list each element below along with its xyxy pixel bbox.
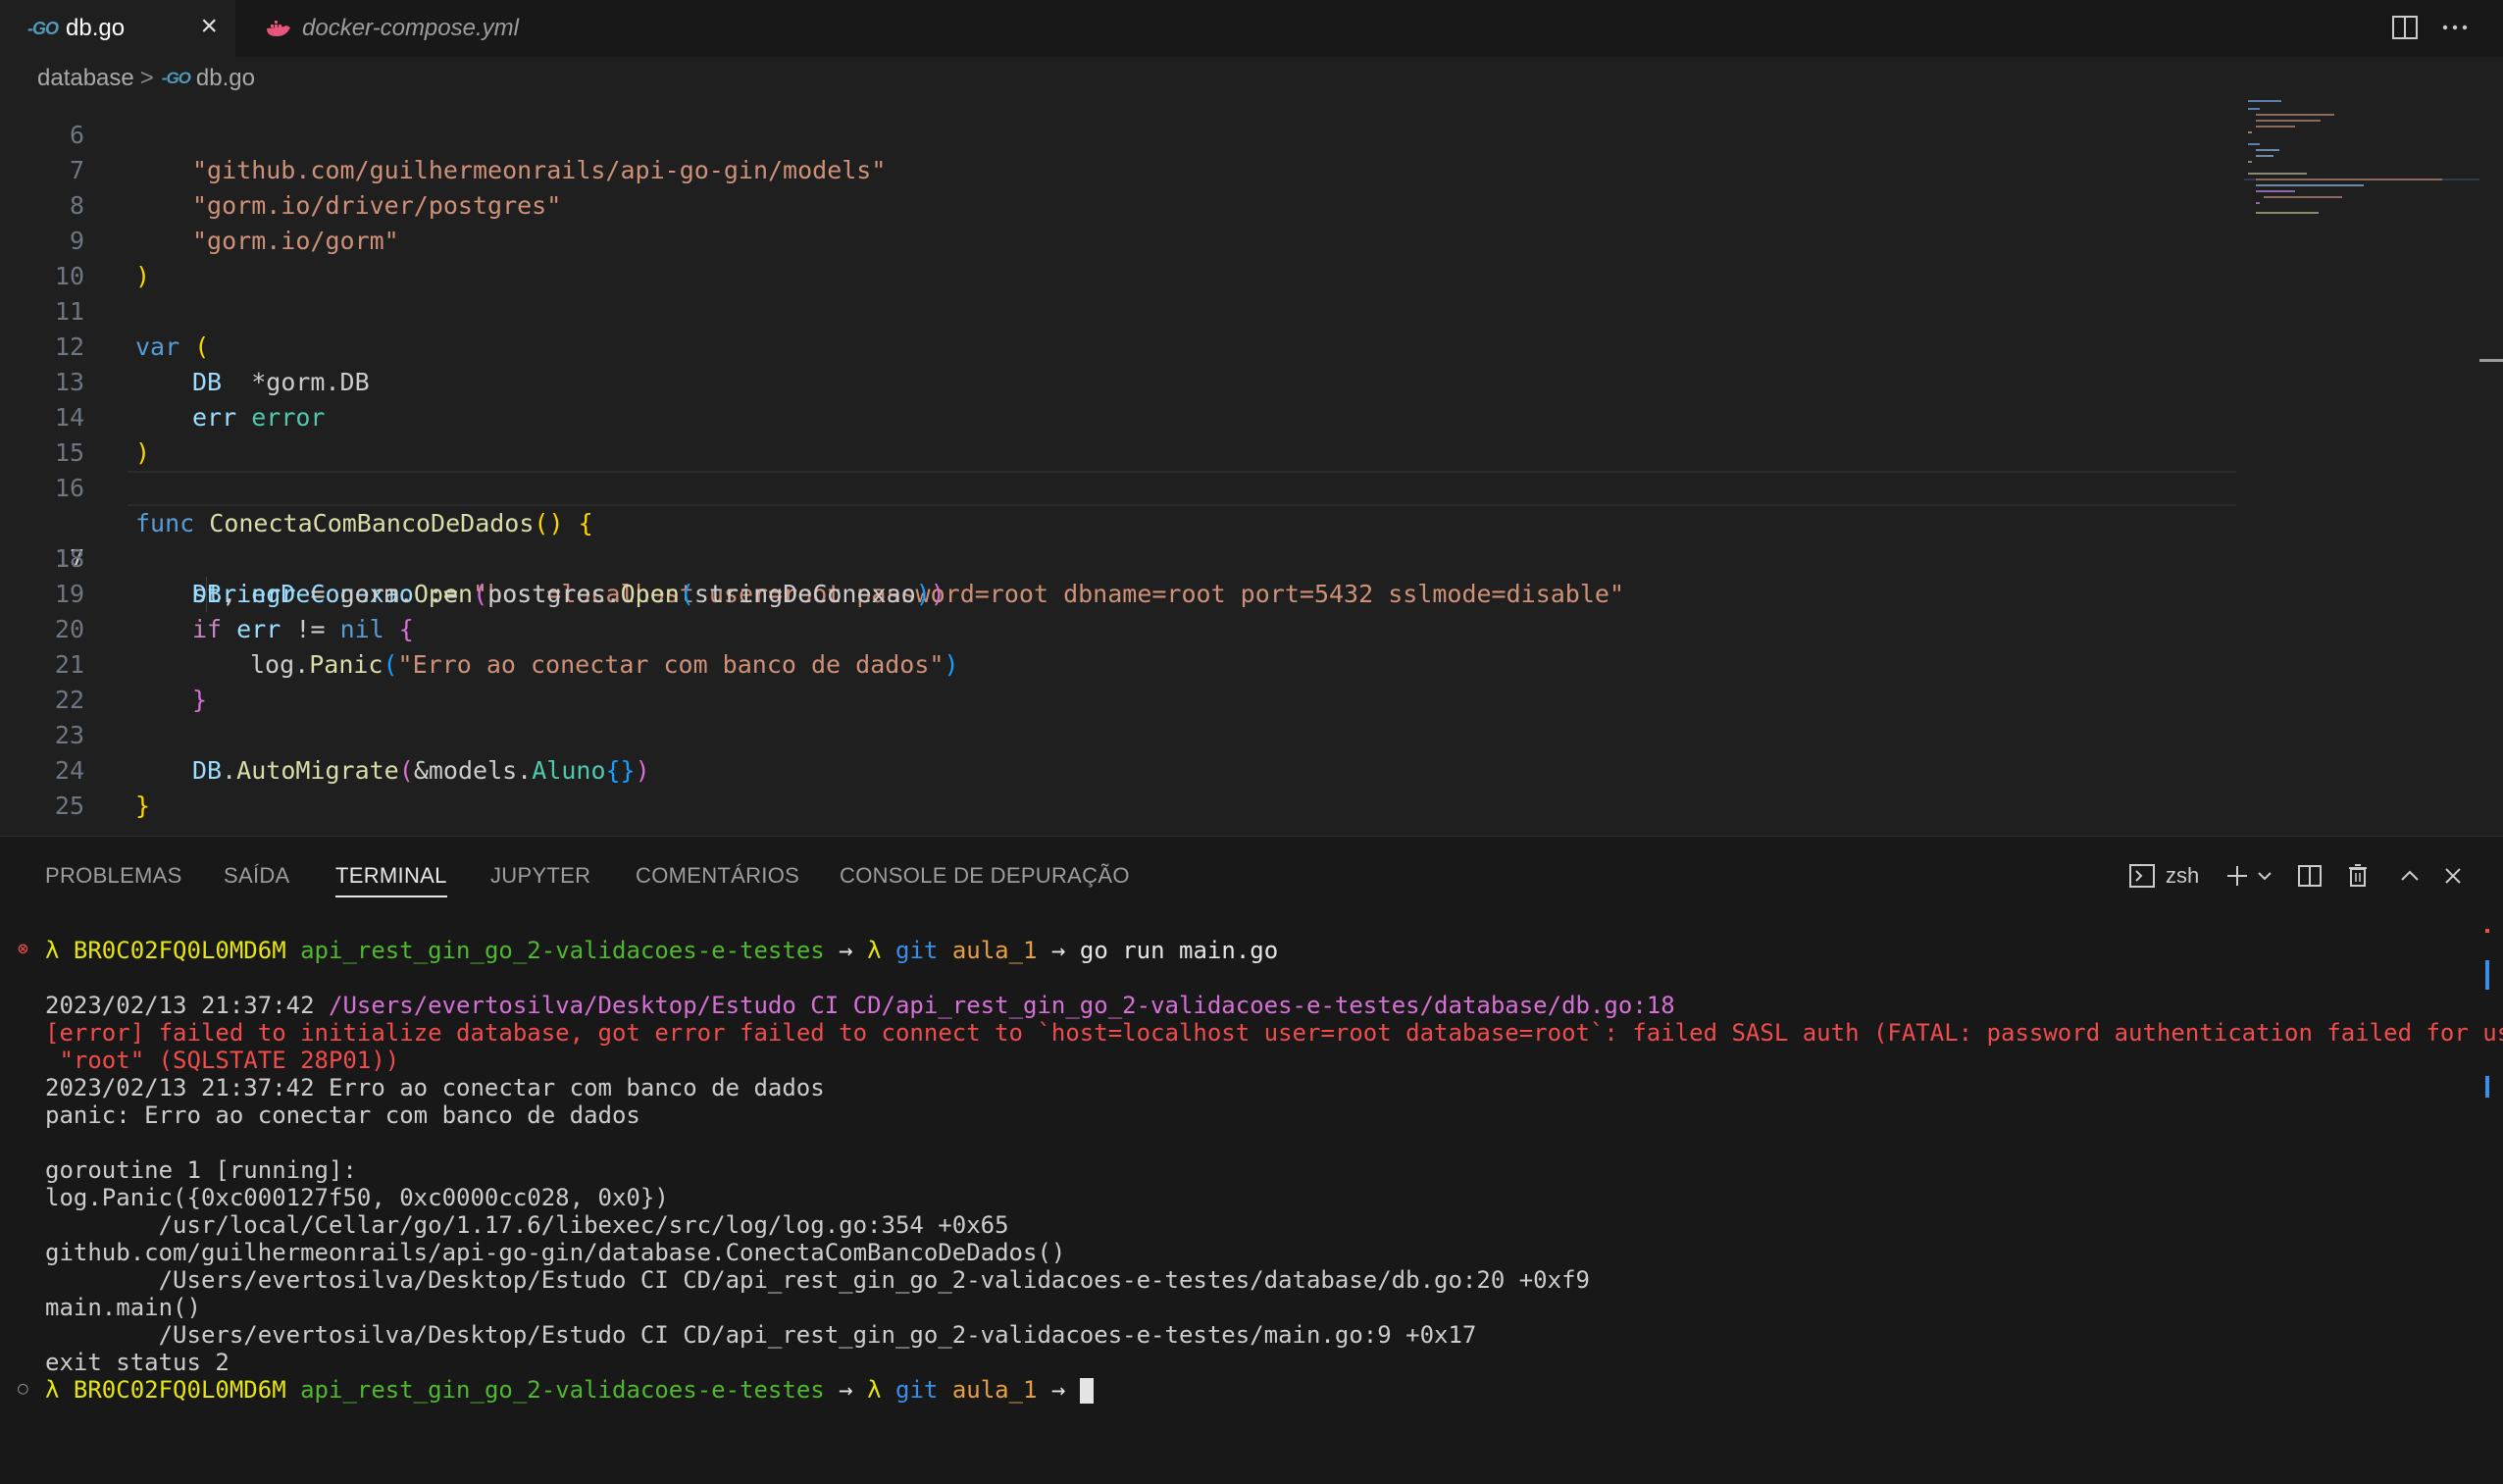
code-line-24: 24 } (54, 756, 151, 820)
code-line-25: 25 (54, 792, 84, 820)
code-line-8: 8 "gorm.io/gorm" (69, 191, 399, 255)
code-line-16: 16 func ConectaComBancoDeDados() { (54, 474, 593, 537)
terminal-error-line: [error] failed to initialize database, g… (45, 1019, 2503, 1047)
terminal-output-line: /Users/evertosilva/Desktop/Estudo CI CD/… (45, 1266, 1590, 1294)
bottom-panel: PROBLEMAS SAÍDA TERMINAL JUPYTER COMENTÁ… (0, 836, 2503, 1484)
terminal-output-line: /Users/evertosilva/Desktop/Estudo CI CD/… (45, 1321, 1477, 1349)
split-terminal-icon[interactable] (2297, 863, 2323, 889)
terminal-cursor (1079, 1378, 1094, 1404)
panel-actions: zsh (2128, 856, 2464, 896)
terminal-output-line: goroutine 1 [running]: (45, 1156, 357, 1184)
scrollbar-error-marker (2485, 929, 2489, 933)
code-line-7: 7 "gorm.io/driver/postgres" (69, 156, 562, 220)
chevron-down-icon[interactable] (2256, 867, 2273, 885)
current-line-highlight (128, 471, 2236, 506)
code-line-15: 15 (54, 438, 84, 467)
terminal-output-line: github.com/guilhermeonrails/api-go-gin/d… (45, 1239, 1066, 1266)
close-icon[interactable] (2442, 865, 2464, 887)
terminal[interactable]: ⊗ λ BR0C02FQ0L0MD6M api_rest_gin_go_2-va… (0, 909, 2503, 1484)
tab-console-depuracao[interactable]: CONSOLE DE DEPURAÇÃO (840, 854, 1130, 897)
chevron-right-icon: > (139, 65, 154, 91)
breadcrumb-folder[interactable]: database (37, 65, 134, 92)
close-icon[interactable]: × (200, 10, 218, 43)
terminal-output-line: log.Panic({0xc000127f50, 0xc0000cc028, 0… (45, 1184, 669, 1211)
code-line-18: 18 DB, err = gorm.Open(postgres.Open(str… (54, 544, 945, 608)
tab-terminal[interactable]: TERMINAL (335, 854, 447, 897)
code-line-14: 14 ) (54, 403, 151, 467)
breadcrumb-file[interactable]: db.go (196, 65, 255, 92)
tab-comentarios[interactable]: COMENTÁRIOS (636, 854, 799, 897)
code-line-11: 11 var ( (54, 297, 210, 361)
tab-jupyter[interactable]: JUPYTER (490, 854, 590, 897)
minimap[interactable] (2244, 100, 2479, 218)
terminal-output-line: exit status 2 (45, 1349, 230, 1376)
terminal-output-line: /usr/local/Cellar/go/1.17.6/libexec/src/… (45, 1211, 1009, 1239)
panel-tab-bar: PROBLEMAS SAÍDA TERMINAL JUPYTER COMENTÁ… (0, 854, 1471, 897)
error-status-icon[interactable]: ⊗ (18, 941, 35, 958)
go-icon: -GO (161, 69, 191, 87)
split-editor-icon[interactable] (2391, 6, 2419, 49)
breadcrumb: database > -GO db.go (0, 57, 2503, 100)
code-line-19: 19 if err != nil { (54, 580, 414, 643)
chevron-up-icon[interactable] (2399, 865, 2421, 887)
editor-scrollbar-marker (2479, 359, 2503, 362)
tab-db-go[interactable]: -GO db.go × (0, 0, 235, 57)
trash-icon[interactable] (2346, 863, 2370, 889)
code-line-6: 6 "github.com/guilhermeonrails/api-go-gi… (69, 121, 887, 184)
indent-guide (206, 577, 207, 612)
docker-icon (267, 21, 290, 36)
code-line-21: 21 } (54, 650, 208, 714)
tab-label: db.go (66, 15, 126, 41)
tab-docker-compose[interactable]: docker-compose.yml (237, 0, 602, 57)
idle-status-icon[interactable]: ○ (18, 1380, 35, 1398)
code-line-9: 9 ) (69, 227, 151, 290)
plus-icon[interactable] (2224, 863, 2250, 889)
shell-name[interactable]: zsh (2166, 863, 2199, 889)
terminal-output-line: 2023/02/13 21:37:42 /Users/evertosilva/D… (45, 992, 1675, 1019)
tab-label: docker-compose.yml (302, 15, 519, 41)
code-line-23: 23 DB.AutoMigrate(&models.Aluno{}) (54, 721, 650, 785)
code-line-20: 20 log.Panic("Erro ao conectar com banco… (54, 615, 959, 679)
terminal-prompt-line: λ BR0C02FQ0L0MD6M api_rest_gin_go_2-vali… (45, 937, 1279, 964)
scrollbar-marker (2485, 1076, 2489, 1098)
more-actions-icon[interactable] (2440, 6, 2470, 49)
terminal-output-line: main.main() (45, 1294, 201, 1321)
code-line-13: 13 err error (54, 368, 326, 432)
terminal-output-line: 2023/02/13 21:37:42 Erro ao conectar com… (45, 1074, 825, 1101)
code-editor[interactable]: 6 "github.com/guilhermeonrails/api-go-gi… (0, 100, 2503, 836)
tab-problemas[interactable]: PROBLEMAS (45, 854, 182, 897)
scrollbar-marker (2485, 960, 2489, 990)
terminal-output-line: panic: Erro ao conectar com banco de dad… (45, 1101, 640, 1129)
code-line-22: 22 (54, 686, 84, 714)
code-line-12: 12 DB *gorm.DB (54, 333, 370, 396)
code-line-17: 17 stringDeConexao := "host=localhost us… (0, 471, 2246, 608)
terminal-prompt-line: λ BR0C02FQ0L0MD6M api_rest_gin_go_2-vali… (45, 1376, 1094, 1404)
tab-saida[interactable]: SAÍDA (224, 854, 290, 897)
terminal-icon (2129, 864, 2155, 888)
go-icon: -GO (27, 18, 59, 38)
terminal-error-line: "root" (SQLSTATE 28P01)) (45, 1047, 400, 1074)
code-line-10: 10 (54, 262, 84, 290)
editor-tab-bar: -GO db.go × docker-compose.yml (0, 0, 2503, 57)
